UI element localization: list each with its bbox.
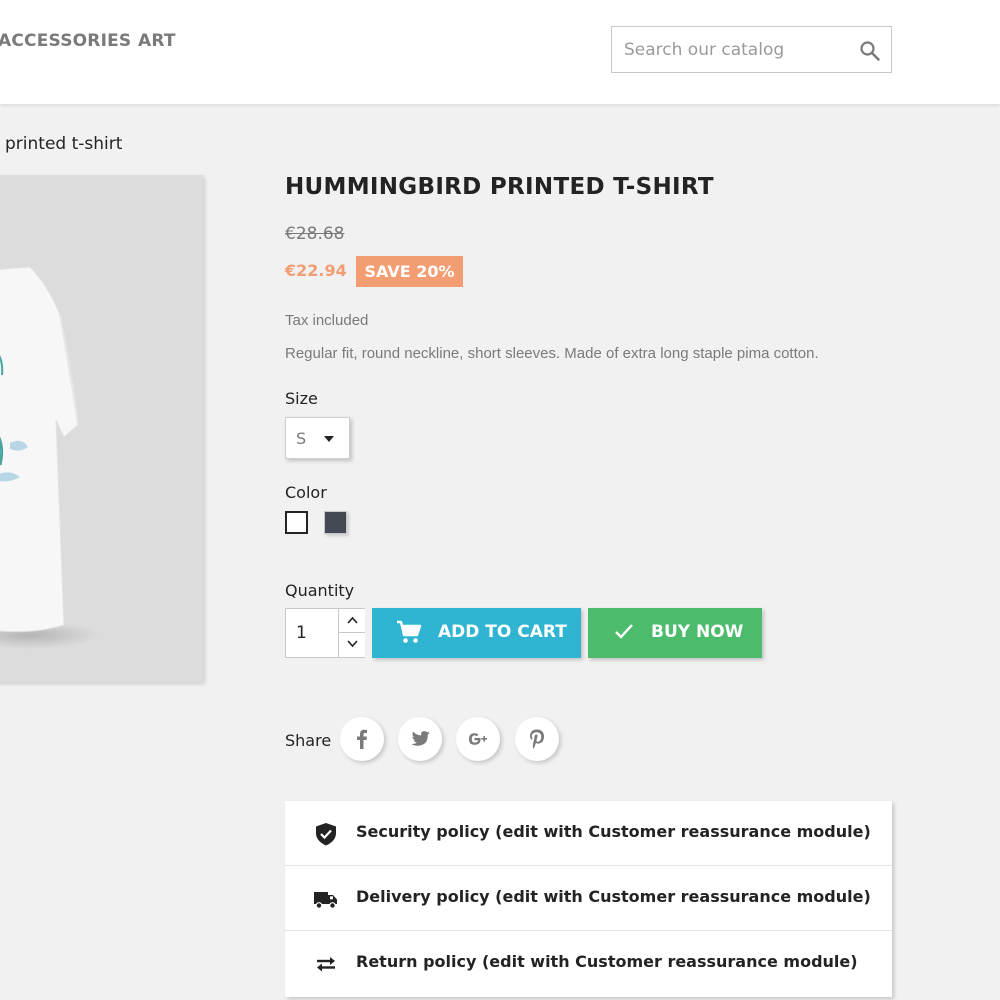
reassurance-text: Return policy (edit with Customer reassu… xyxy=(356,952,858,971)
google-plus-icon xyxy=(469,733,487,745)
search-input[interactable] xyxy=(612,27,848,72)
facebook-icon xyxy=(357,729,367,749)
add-to-cart-button[interactable]: ADD TO CART xyxy=(372,608,581,658)
current-price: €22.94 xyxy=(285,261,347,280)
share-label: Share xyxy=(285,731,332,750)
size-select[interactable]: S xyxy=(285,417,350,459)
add-to-cart-label: ADD TO CART xyxy=(438,622,567,642)
discount-badge: SAVE 20% xyxy=(356,256,463,287)
color-swatch-black[interactable] xyxy=(324,511,347,534)
product-short-description: Regular fit, round neckline, short sleev… xyxy=(285,345,819,362)
nav-item-accessories[interactable]: ACCESSORIES xyxy=(0,31,131,51)
reassurance-item-security: Security policy (edit with Customer reas… xyxy=(285,801,892,866)
share-pinterest-button[interactable] xyxy=(515,717,559,761)
site-header: ACCESSORIES ART xyxy=(0,0,1000,104)
quantity-label: Quantity xyxy=(285,581,355,600)
reassurance-block: Security policy (edit with Customer reas… xyxy=(285,801,892,997)
color-swatch-white[interactable] xyxy=(285,511,308,534)
reassurance-item-return: Return policy (edit with Customer reassu… xyxy=(285,931,892,996)
truck-icon xyxy=(314,892,337,909)
color-label: Color xyxy=(285,483,327,502)
twitter-icon xyxy=(411,731,430,746)
size-select-value: S xyxy=(296,429,307,448)
quantity-increase-button[interactable] xyxy=(338,609,365,633)
regular-price: €28.68 xyxy=(285,224,345,244)
reassurance-item-delivery: Delivery policy (edit with Customer reas… xyxy=(285,866,892,931)
nav-item-art[interactable]: ART xyxy=(138,31,176,51)
quantity-stepper xyxy=(285,608,365,658)
tshirt-image xyxy=(0,266,100,649)
shield-check-icon xyxy=(316,823,336,846)
search-box xyxy=(611,26,892,73)
caret-down-icon xyxy=(324,436,334,442)
size-label: Size xyxy=(285,389,318,408)
reassurance-text: Security policy (edit with Customer reas… xyxy=(356,822,871,841)
share-google-plus-button[interactable] xyxy=(456,717,500,761)
tax-label: Tax included xyxy=(285,312,369,329)
pinterest-icon xyxy=(529,729,544,749)
search-icon[interactable] xyxy=(858,39,882,63)
quantity-decrease-button[interactable] xyxy=(338,633,365,657)
buy-now-label: BUY NOW xyxy=(651,622,744,642)
check-icon xyxy=(615,624,633,639)
breadcrumb-current: printed t-shirt xyxy=(5,134,123,154)
cart-icon xyxy=(397,620,422,643)
product-title: HUMMINGBIRD PRINTED T-SHIRT xyxy=(285,174,714,200)
chevron-down-icon xyxy=(347,640,358,648)
product-image[interactable] xyxy=(0,175,203,682)
quantity-input[interactable] xyxy=(286,609,338,657)
reassurance-text: Delivery policy (edit with Customer reas… xyxy=(356,887,871,906)
swap-arrows-icon xyxy=(317,957,335,972)
buy-now-button[interactable]: BUY NOW xyxy=(588,608,762,658)
chevron-up-icon xyxy=(347,616,358,624)
share-facebook-button[interactable] xyxy=(340,717,384,761)
share-twitter-button[interactable] xyxy=(398,717,442,761)
